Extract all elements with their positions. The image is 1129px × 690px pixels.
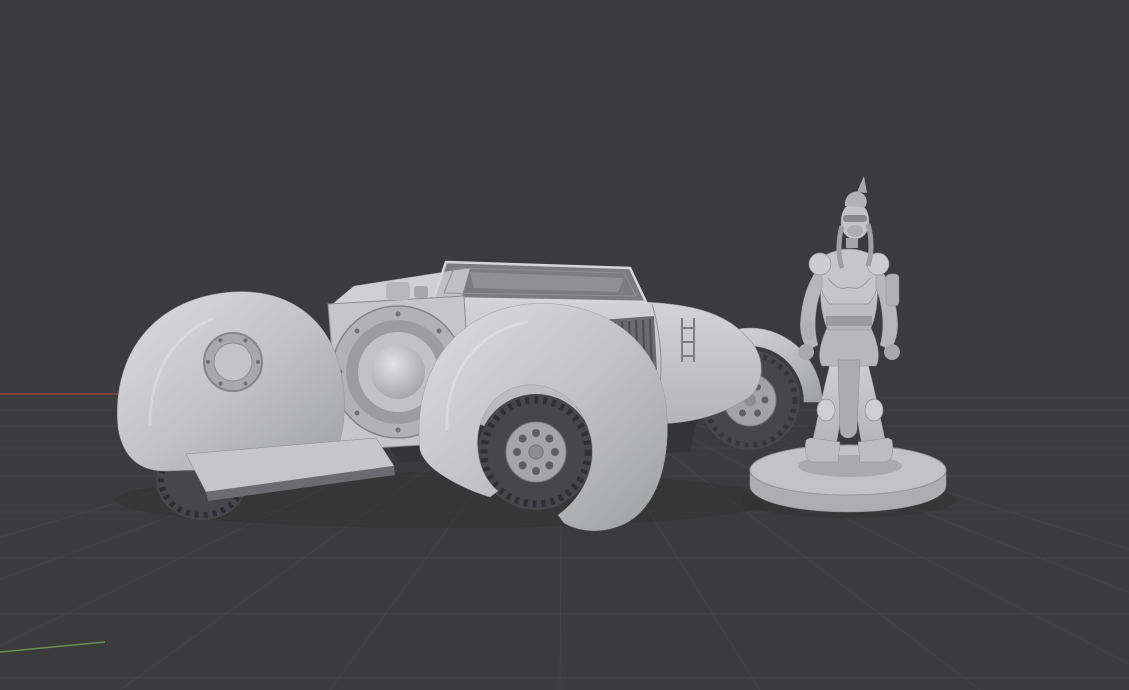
figure-right-knee-pad — [864, 398, 884, 422]
3d-viewport[interactable] — [0, 0, 1129, 690]
figure-right-hand — [884, 344, 900, 360]
figure-base — [749, 444, 947, 513]
figure-goggles — [843, 215, 867, 222]
figure-back-gear — [885, 273, 900, 307]
figure-belt — [826, 316, 872, 326]
figure-left-hand — [798, 344, 814, 360]
figure-right-boot — [857, 437, 893, 463]
figure-loincloth — [837, 359, 861, 439]
car-turbine-cone — [371, 345, 425, 399]
figure-respirator — [847, 225, 863, 237]
figure-neck — [846, 238, 858, 248]
figure-left-boot — [805, 437, 841, 463]
figure-left-shoulder-pad — [808, 252, 832, 276]
car-windshield — [432, 260, 648, 304]
figure-hip-pouch — [802, 320, 814, 340]
figure-left-knee-pad — [816, 398, 836, 422]
